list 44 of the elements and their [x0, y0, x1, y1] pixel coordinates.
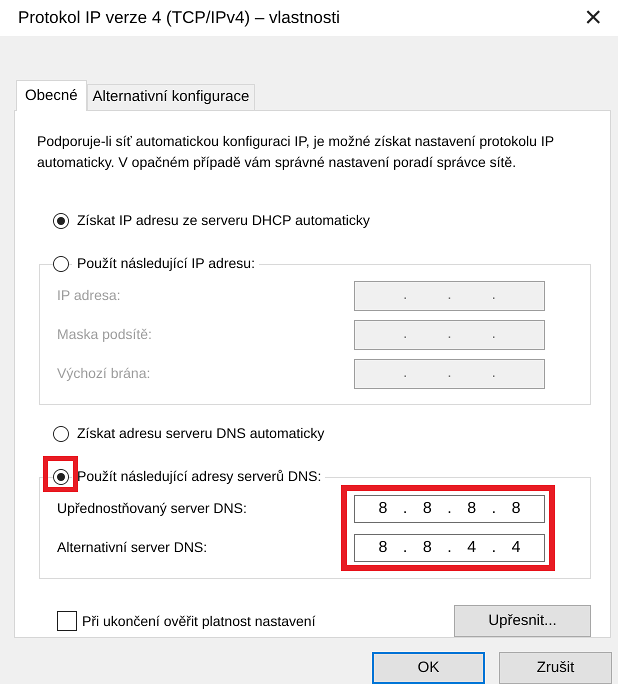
address-field[interactable]: 8 . 8 . 8 . 8: [354, 494, 545, 522]
address-text: 8: [378, 538, 388, 558]
address-text: .: [402, 498, 408, 518]
address-text: .: [492, 538, 496, 558]
tab[interactable]: Obecné: [16, 80, 87, 111]
field-label: Upřednostňovaný server DNS:: [57, 499, 247, 518]
address-text: 8: [378, 498, 388, 518]
close-button[interactable]: ×: [580, 3, 606, 34]
radio-button[interactable]: [53, 426, 69, 442]
checkbox[interactable]: [57, 611, 77, 631]
address-text: .: [492, 363, 496, 384]
address-text: 4: [467, 538, 476, 558]
radio-button[interactable]: [53, 256, 69, 272]
address-text: .: [403, 285, 408, 306]
address-text: 8: [467, 498, 476, 518]
address-text: .: [403, 363, 408, 384]
field-label: Výchozí brána:: [57, 364, 150, 383]
address-text: .: [492, 324, 496, 344]
radio-button[interactable]: [53, 212, 69, 228]
address-text: .: [447, 538, 452, 558]
address-text: .: [447, 324, 452, 344]
description-text: Podporuje-li síť automatickou konfiguraci IP, je možné získat nastavení protokolu IP automaticky. V opačném případě vám správné nastavení poradí správce sítě.: [37, 132, 555, 172]
advanced-button[interactable]: Upřesnit...: [454, 605, 591, 637]
checkbox-label: Při ukončení ověřit platnost nastavení: [82, 612, 316, 631]
address-field[interactable]: 8 . 8 . 4 . 4: [354, 534, 545, 562]
address-text: .: [447, 285, 452, 306]
address-text: .: [403, 324, 408, 344]
field-label: IP adresa:: [57, 286, 121, 305]
dialog-button[interactable]: Zrušit: [499, 652, 612, 684]
field-label: Maska podsítě:: [57, 325, 152, 344]
dialog-button[interactable]: OK: [372, 652, 485, 684]
address-text: 8: [422, 498, 432, 518]
address-text: .: [492, 498, 496, 518]
address-text: .: [492, 285, 496, 306]
window-title: Protokol IP verze 4 (TCP/IPv4) – vlastnosti: [18, 7, 340, 30]
address-text: .: [402, 538, 408, 558]
address-text: .: [447, 363, 452, 384]
address-text: 4: [512, 538, 520, 558]
address-text: .: [447, 498, 452, 518]
address-text: 8: [512, 498, 520, 518]
radio-button[interactable]: [53, 468, 69, 484]
field-label: Alternativní server DNS:: [57, 538, 208, 557]
tab[interactable]: Alternativní konfigurace: [86, 84, 256, 110]
address-text: 8: [422, 538, 432, 558]
